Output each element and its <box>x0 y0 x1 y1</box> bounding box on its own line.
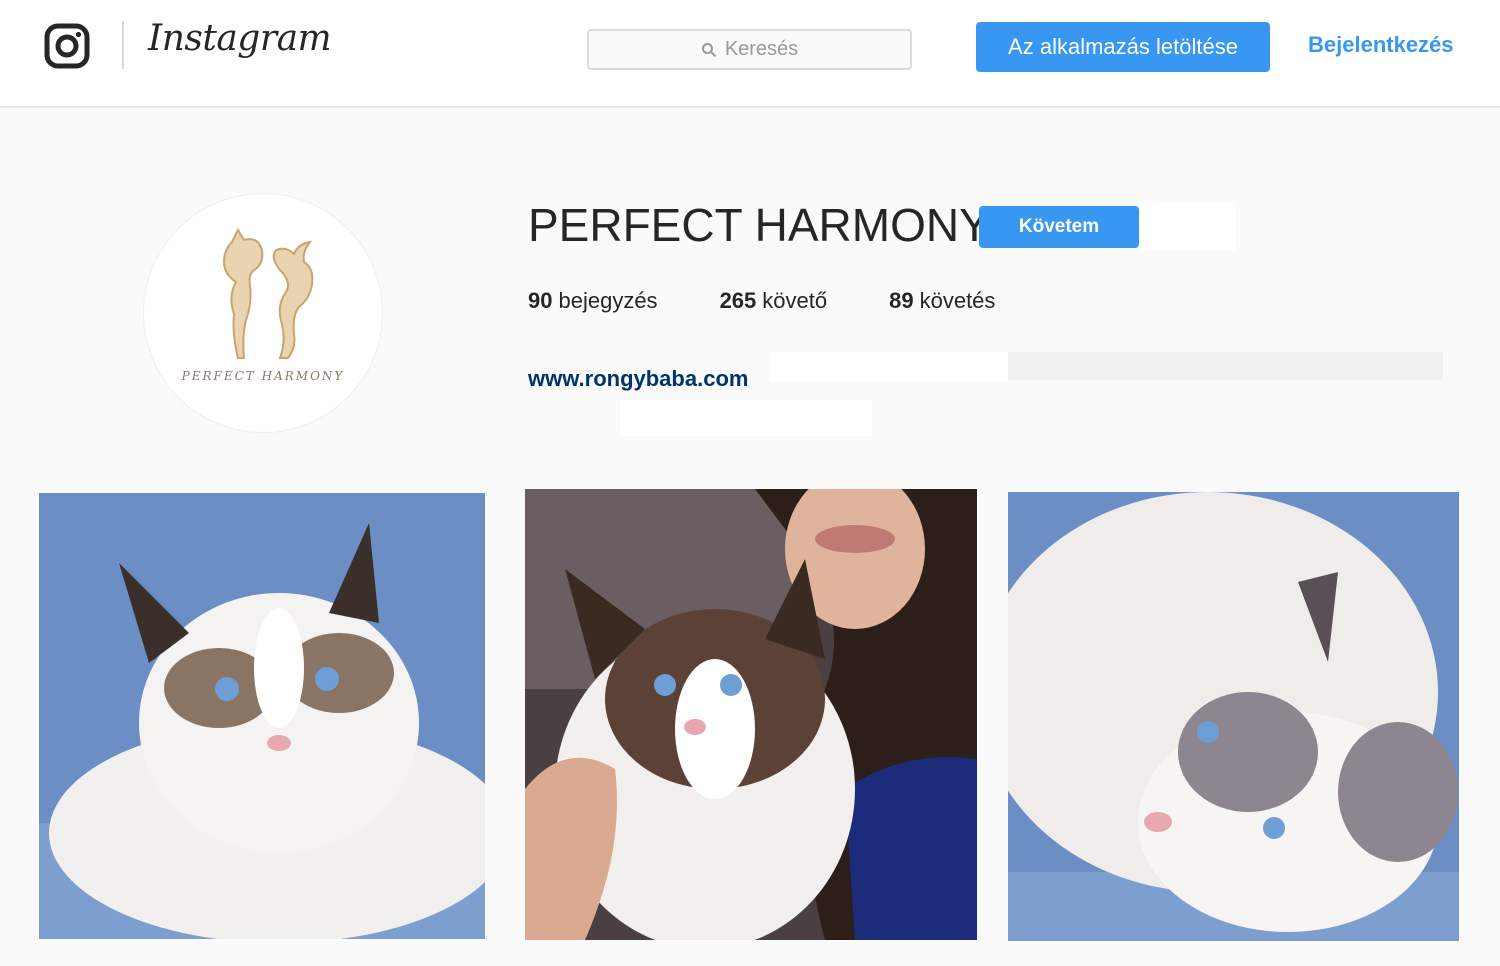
perfect-harmony-logo <box>222 227 314 359</box>
stat-followers[interactable]: 265 követő <box>720 288 828 314</box>
profile-website-link[interactable]: www.rongybaba.com <box>528 366 748 392</box>
login-link[interactable]: Bejelentkezés <box>1308 32 1454 58</box>
stat-following[interactable]: 89 követés <box>889 288 995 314</box>
search-input[interactable]: Keresés <box>587 29 912 70</box>
top-nav-bar: Instagram Keresés Az alkalmazás letöltés… <box>0 0 1500 108</box>
logo-divider <box>122 21 124 69</box>
post-thumbnail-2[interactable] <box>525 489 977 940</box>
stat-followers-label: követő <box>762 288 828 313</box>
search-placeholder: Keresés <box>724 38 799 60</box>
stat-posts-count: 90 <box>528 288 553 313</box>
woman-with-cat-photo-icon <box>525 489 977 940</box>
post-thumbnail-1[interactable] <box>39 493 485 939</box>
stat-posts[interactable]: 90 bejegyzés <box>528 288 658 314</box>
stat-following-count: 89 <box>889 288 914 313</box>
redacted-area <box>1008 352 1443 380</box>
avatar-logo-text: PERFECT HARMONY <box>181 369 345 383</box>
stat-following-label: követés <box>919 288 996 313</box>
post-thumbnail-3[interactable] <box>1008 492 1459 941</box>
redacted-area <box>620 400 872 436</box>
cat-photo-icon <box>39 493 485 939</box>
lying-cat-photo-icon <box>1008 492 1459 941</box>
profile-stats: 90 bejegyzés 265 követő 89 követés <box>528 288 1057 314</box>
redacted-area <box>770 352 1008 382</box>
stat-followers-count: 265 <box>719 288 757 313</box>
stat-posts-label: bejegyzés <box>558 288 658 313</box>
instagram-wordmark[interactable]: Instagram <box>148 18 332 59</box>
follow-button[interactable]: Követem <box>979 206 1139 248</box>
instagram-camera-icon[interactable] <box>44 23 90 69</box>
profile-avatar[interactable]: PERFECT HARMONY <box>143 193 383 433</box>
redacted-area <box>1140 202 1236 250</box>
download-app-button[interactable]: Az alkalmazás letöltése <box>976 22 1270 72</box>
profile-username: PERFECT HARMONY <box>528 199 990 251</box>
search-icon <box>701 42 717 57</box>
